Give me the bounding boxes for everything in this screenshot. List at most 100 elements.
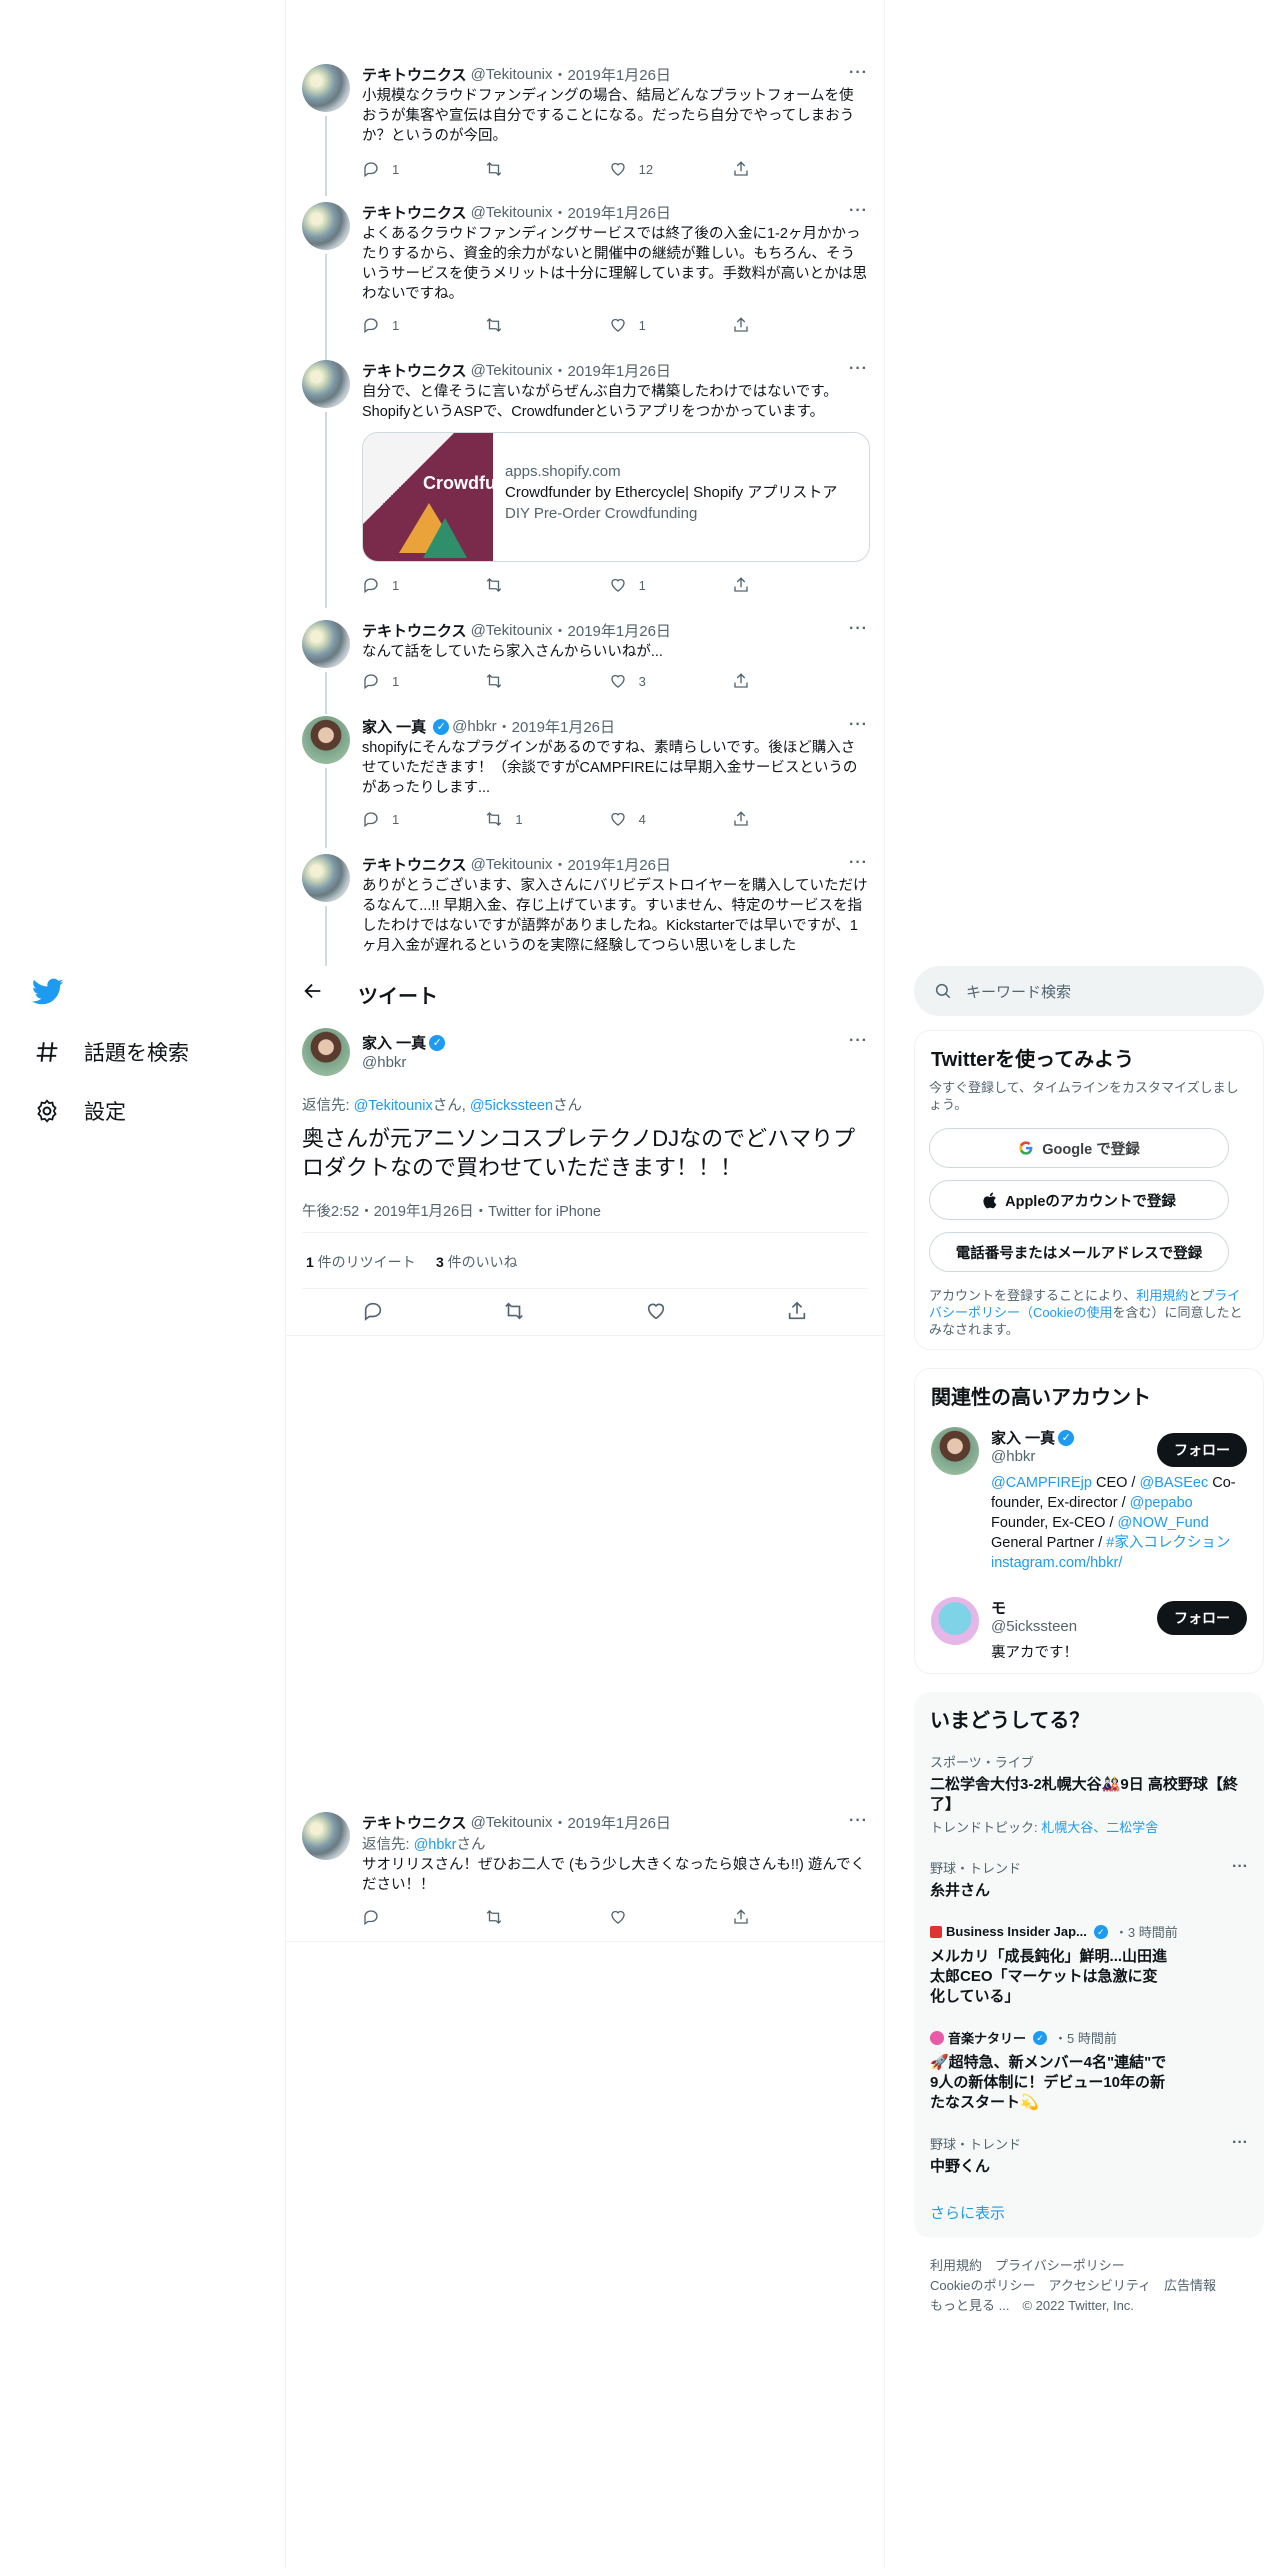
share-button[interactable] <box>732 160 792 178</box>
trend-item[interactable]: スポーツ・ライブ 二松学舎大付3-2札幌大谷🎎9日 高校野球【終了】 トレンドト… <box>930 1752 1248 1836</box>
tweet-item[interactable]: ··· テキトウニクス @Tekitounix ・ 2019年1月26日 なんて話をし… <box>286 616 884 714</box>
like-button[interactable]: 4 <box>609 810 669 828</box>
author-name[interactable]: テキトウニクス <box>362 64 467 85</box>
like-button[interactable]: 1 <box>609 576 669 594</box>
follow-button[interactable]: フォロー <box>1157 1601 1247 1635</box>
account-name[interactable]: モ <box>991 1597 1006 1618</box>
google-signup-button[interactable]: Google で登録 <box>929 1128 1229 1168</box>
like-count[interactable]: 3 件のいいね <box>436 1252 518 1272</box>
tweet-date[interactable]: 2019年1月26日 <box>568 620 671 641</box>
tweet-item[interactable]: ··· テキトウニクス @Tekitounix ・ 2019年1月26日 ありがとうご… <box>286 850 884 966</box>
show-more-link[interactable]: さらに表示 <box>930 2202 1005 2223</box>
author-name[interactable]: テキトウニクス <box>362 202 467 223</box>
follow-button[interactable]: フォロー <box>1157 1433 1247 1467</box>
avatar[interactable] <box>302 1028 350 1076</box>
heart-icon[interactable] <box>645 1300 667 1322</box>
author-handle[interactable]: @hbkr <box>452 718 496 735</box>
like-button[interactable] <box>609 1908 669 1926</box>
author-handle[interactable]: @Tekitounix <box>471 1814 553 1831</box>
phone-email-signup-button[interactable]: 電話番号またはメールアドレスで登録 <box>929 1232 1229 1272</box>
share-button[interactable] <box>732 1908 792 1926</box>
tweet-item[interactable]: ··· 家入 一真 ✓ @hbkr ・ 2019年1月26日 shopifyにそんなプラ… <box>286 712 884 848</box>
like-button[interactable]: 1 <box>609 316 669 334</box>
trend-item[interactable]: 野球・トレンド 糸井さん ··· <box>930 1858 1248 1901</box>
tweet-date[interactable]: 2019年1月26日 <box>568 360 671 381</box>
tweet-date[interactable]: 2019年1月26日 <box>568 202 671 223</box>
account-handle[interactable]: @5ickssteen <box>991 1618 1077 1635</box>
more-icon[interactable]: ··· <box>1232 2134 1248 2152</box>
retweet-button[interactable] <box>485 1908 545 1926</box>
author-handle[interactable]: @Tekitounix <box>471 856 553 873</box>
like-button[interactable]: 12 <box>609 160 669 178</box>
author-handle[interactable]: @Tekitounix <box>471 204 553 221</box>
author-handle[interactable]: @Tekitounix <box>471 622 553 639</box>
author-name[interactable]: テキトウニクス <box>362 854 467 875</box>
author-name[interactable]: テキトウニクス <box>362 360 467 381</box>
retweet-button[interactable]: 1 <box>485 810 545 828</box>
author-name[interactable]: テキトウニクス <box>362 1812 467 1833</box>
retweet-count[interactable]: 1 件のリツイート <box>306 1252 416 1272</box>
tweet-date[interactable]: 2019年1月26日 <box>568 1812 671 1833</box>
account-name[interactable]: 家入 一真 <box>991 1427 1055 1448</box>
tweet-meta[interactable]: 午後2:52・2019年1月26日・Twitter for iPhone <box>302 1200 601 1221</box>
mention-link[interactable]: @Tekitounix <box>354 1098 433 1114</box>
nav-explore[interactable]: 話題を検索 <box>34 1037 189 1067</box>
tweet-item[interactable]: ··· テキトウニクス @Tekitounix ・ 2019年1月26日 よくあるクラ… <box>286 198 884 360</box>
avatar[interactable] <box>302 202 350 250</box>
reply-button[interactable]: 1 <box>362 576 422 594</box>
avatar[interactable] <box>931 1597 979 1645</box>
account-handle[interactable]: @hbkr <box>991 1448 1035 1465</box>
author-name[interactable]: テキトウニクス <box>362 620 467 641</box>
author-handle[interactable]: @Tekitounix <box>471 362 553 379</box>
reply-button[interactable] <box>362 1908 422 1926</box>
like-button[interactable]: 3 <box>609 672 669 690</box>
reply-button[interactable]: 1 <box>362 316 422 334</box>
share-button[interactable] <box>732 672 792 690</box>
share-icon[interactable] <box>786 1300 808 1322</box>
link-card[interactable]: Crowdfu apps.shopify.com Crowdfunder by … <box>362 432 870 562</box>
nav-settings[interactable]: 設定 <box>34 1096 126 1126</box>
tweet-date[interactable]: 2019年1月26日 <box>568 854 671 875</box>
tweet-item[interactable]: ··· テキトウニクス @Tekitounix ・ 2019年1月26日 返信先: @… <box>286 1808 884 1942</box>
tweet-date[interactable]: 2019年1月26日 <box>568 64 671 85</box>
share-button[interactable] <box>732 810 792 828</box>
tweet-item[interactable]: ··· テキトウニクス @Tekitounix ・ 2019年1月26日 自分で、と偉… <box>286 356 884 608</box>
apple-signup-button[interactable]: Appleのアカウントで登録 <box>929 1180 1229 1220</box>
back-arrow-icon[interactable] <box>302 980 324 1007</box>
retweet-button[interactable] <box>485 316 545 334</box>
share-button[interactable] <box>732 576 792 594</box>
search-input[interactable]: キーワード検索 <box>914 966 1264 1016</box>
trend-item[interactable]: 音楽ナタリー ✓ ・5 時間前 🚀超特急、新メンバー4名"連結"で9人の新体制に… <box>930 2028 1248 2113</box>
twitter-logo-icon[interactable] <box>31 978 64 1011</box>
tweet-date[interactable]: 2019年1月26日 <box>512 716 615 737</box>
trend-item[interactable]: 野球・トレンド 中野くん ··· <box>930 2134 1248 2177</box>
reply-button[interactable]: 1 <box>362 160 422 178</box>
avatar[interactable] <box>302 360 350 408</box>
retweet-button[interactable] <box>485 160 545 178</box>
trend-item[interactable]: Business Insider Jap... ✓ ・3 時間前 メルカリ「成長… <box>930 1922 1248 2007</box>
avatar[interactable] <box>931 1427 979 1475</box>
avatar[interactable] <box>302 64 350 112</box>
avatar[interactable] <box>302 716 350 764</box>
retweet-button[interactable] <box>485 672 545 690</box>
footer-links[interactable]: 利用規約 プライバシーポリシー Cookieのポリシー アクセシビリティ 広告情… <box>930 2256 1216 2316</box>
author-name[interactable]: 家入 一真 <box>362 1032 426 1053</box>
reply-button[interactable]: 1 <box>362 672 422 690</box>
author-handle[interactable]: @hbkr <box>362 1054 406 1071</box>
avatar[interactable] <box>302 1812 350 1860</box>
terms-link[interactable]: 利用規約 <box>1136 1288 1188 1303</box>
avatar[interactable] <box>302 620 350 668</box>
share-button[interactable] <box>732 316 792 334</box>
reply-icon[interactable] <box>362 1300 384 1322</box>
more-icon[interactable]: ··· <box>849 1032 868 1050</box>
author-handle[interactable]: @Tekitounix <box>471 66 553 83</box>
more-icon[interactable]: ··· <box>1232 1858 1248 1876</box>
retweet-button[interactable] <box>485 576 545 594</box>
mention-link[interactable]: @5ickssteen <box>470 1098 553 1114</box>
author-name[interactable]: 家入 一真 <box>362 716 426 737</box>
tweet-item[interactable]: ··· テキトウニクス @Tekitounix ・ 2019年1月26日 小規模なクラ… <box>286 60 884 196</box>
avatar[interactable] <box>302 854 350 902</box>
mention-link[interactable]: @hbkr <box>414 1837 457 1853</box>
retweet-icon[interactable] <box>503 1300 525 1322</box>
reply-button[interactable]: 1 <box>362 810 422 828</box>
